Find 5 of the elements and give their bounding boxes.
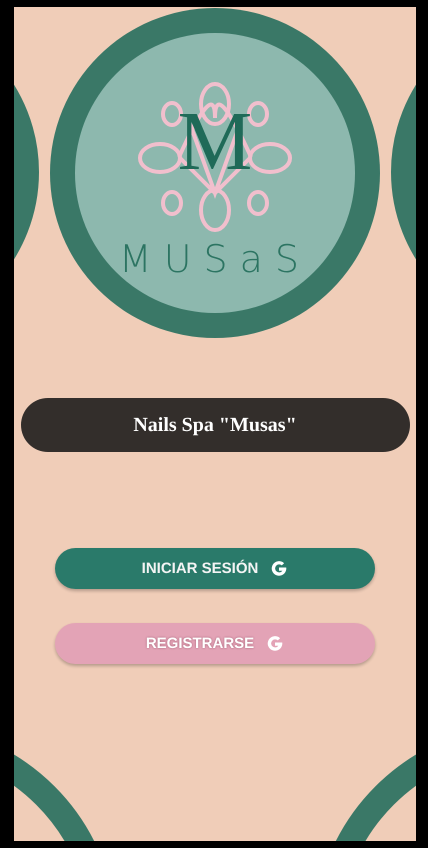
google-g-icon <box>266 634 284 652</box>
logo-wordmark: MUSaS <box>118 240 312 278</box>
title-banner: Nails Spa "Musas" <box>20 398 410 452</box>
google-g-icon <box>270 560 288 578</box>
login-button[interactable]: INICIAR SESIÓN <box>55 548 375 589</box>
